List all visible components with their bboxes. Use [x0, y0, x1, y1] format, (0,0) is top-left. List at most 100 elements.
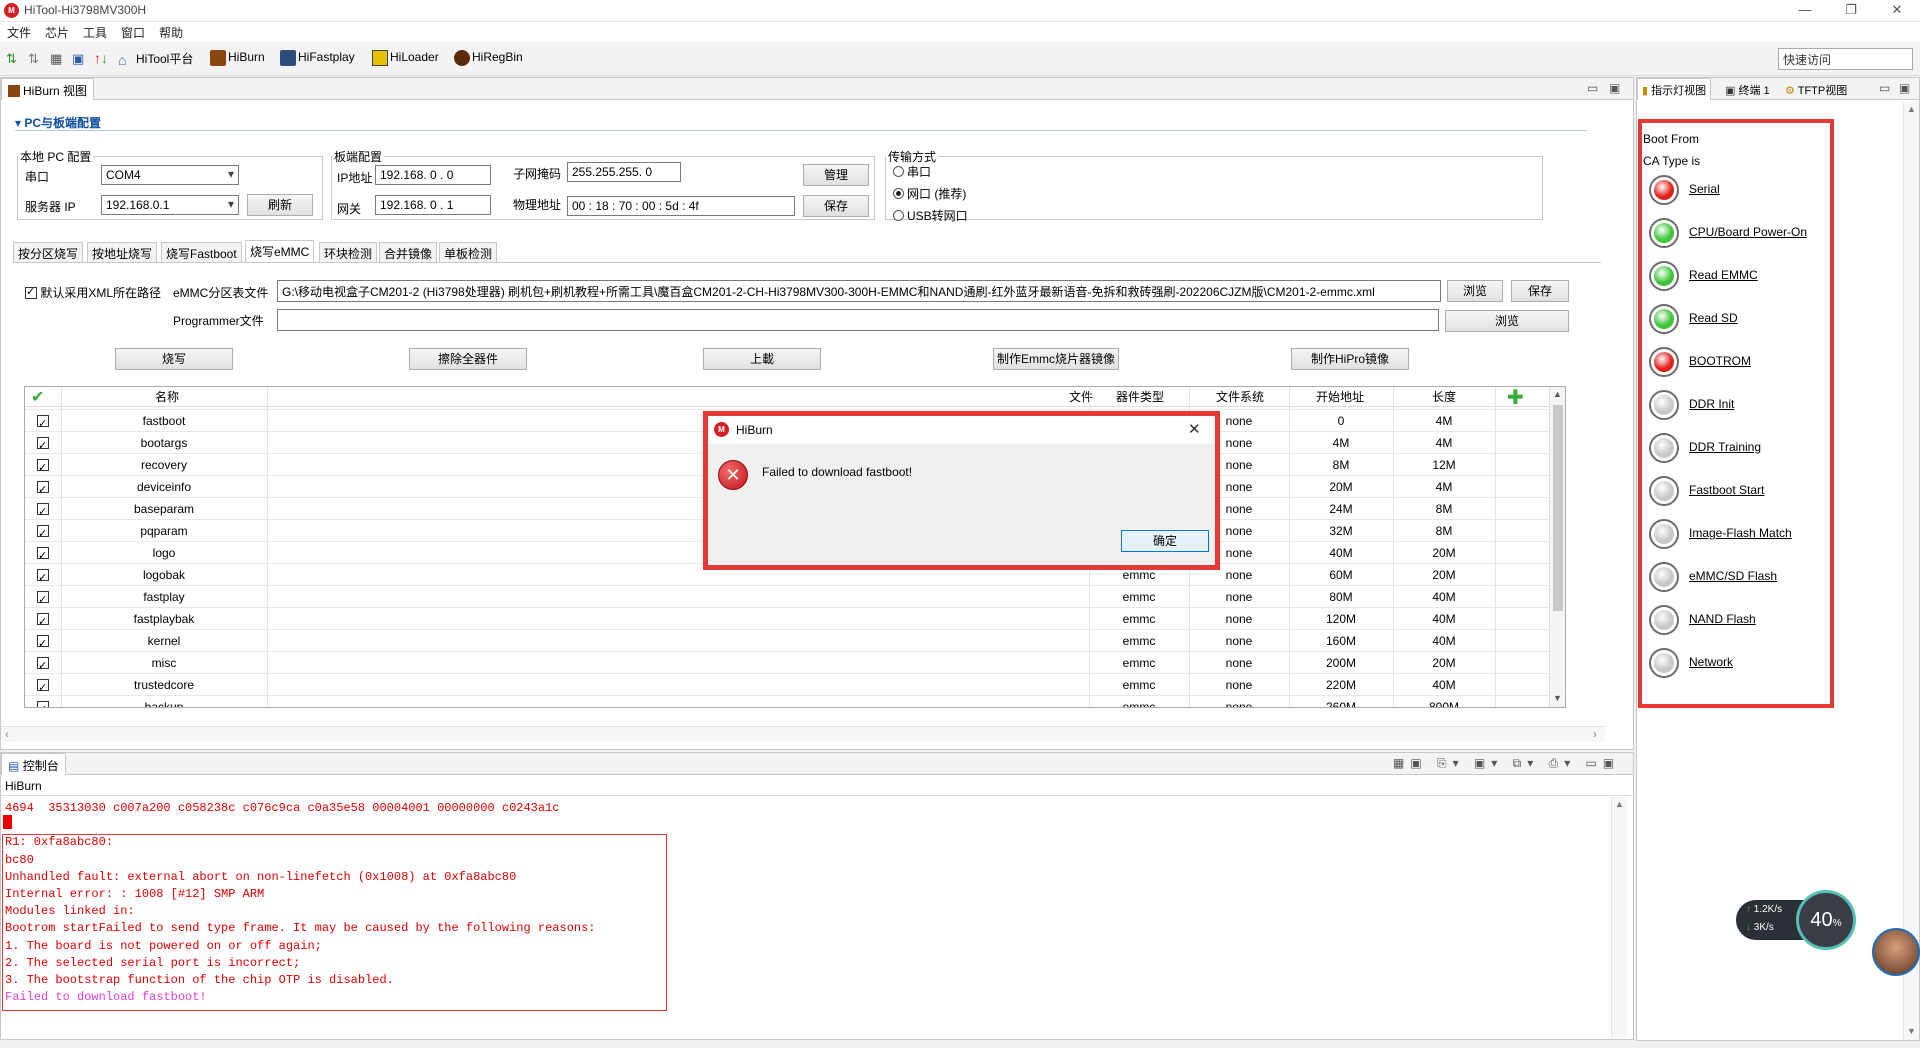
dialog-close-button[interactable]: ✕	[1188, 420, 1201, 438]
right-maximize-button[interactable]: ▣	[1899, 81, 1910, 95]
row-checkbox[interactable]	[33, 542, 53, 567]
row-checkbox[interactable]	[33, 520, 53, 545]
menu-help[interactable]: 帮助	[152, 22, 190, 43]
hifastplay-button[interactable]: HiFastplay	[280, 50, 355, 66]
transfer-icon[interactable]: ↑↓	[94, 50, 108, 66]
row-checkbox[interactable]	[33, 696, 53, 707]
manage-button[interactable]: 管理	[803, 164, 869, 186]
table-row[interactable]: trustedcore emmc none 220M 40M	[25, 673, 1549, 699]
menu-chip[interactable]: 芯片	[38, 22, 76, 43]
row-checkbox[interactable]	[33, 476, 53, 501]
row-checkbox[interactable]	[33, 410, 53, 435]
subnet-mask-input[interactable]: 255.255.255. 0	[567, 162, 681, 182]
make-emmc-image-button[interactable]: 制作Emmc烧片器镜像	[993, 348, 1119, 370]
avatar[interactable]	[1872, 928, 1920, 976]
section-header[interactable]: ▾ PC与板端配置	[15, 114, 101, 131]
hiregbin-button[interactable]: HiRegBin	[454, 50, 523, 66]
tab-terminal[interactable]: ▣ 终端 1	[1725, 82, 1770, 98]
hiloader-button[interactable]: HiLoader	[372, 50, 439, 66]
start-address: 0	[1337, 414, 1345, 428]
scroll-up-icon[interactable]: ▲	[1907, 104, 1916, 114]
tab-burn-fastboot[interactable]: 烧写Fastboot	[161, 242, 242, 262]
programmer-file-input[interactable]	[277, 309, 1439, 331]
transfer-network-radio[interactable]: 网口 (推荐)	[893, 185, 966, 202]
row-checkbox[interactable]	[33, 586, 53, 611]
row-checkbox[interactable]	[33, 608, 53, 633]
row-checkbox[interactable]	[33, 498, 53, 523]
scroll-right-icon[interactable]: ›	[1593, 727, 1597, 741]
tab-tftp-view[interactable]: ⚙ TFTP视图	[1785, 82, 1847, 98]
ip-address-input[interactable]: 192.168. 0 . 0	[375, 165, 491, 185]
row-checkbox[interactable]	[33, 652, 53, 677]
burn-button[interactable]: 烧写	[115, 348, 233, 370]
refresh-button[interactable]: 刷新	[247, 194, 313, 216]
menu-file[interactable]: 文件	[0, 22, 38, 43]
tab-burn-by-partition[interactable]: 按分区烧写	[13, 242, 84, 262]
serial-port-select[interactable]: COM4	[101, 165, 239, 185]
tab-console[interactable]: ▤ 控制台	[1, 753, 66, 775]
memory-usage-ring[interactable]: 40%	[1796, 890, 1856, 950]
table-vertical-scrollbar[interactable]: ▲ ▼	[1549, 387, 1565, 707]
menu-window[interactable]: 窗口	[114, 22, 152, 43]
device-icon[interactable]: ▦	[50, 51, 62, 67]
scroll-left-icon[interactable]: ‹	[5, 727, 9, 741]
server-ip-select[interactable]: 192.168.0.1	[101, 195, 239, 215]
gateway-input[interactable]: 192.168. 0 . 1	[375, 195, 491, 215]
row-checkbox[interactable]	[33, 674, 53, 699]
menu-tools[interactable]: 工具	[76, 22, 114, 43]
scroll-down-icon[interactable]: ▼	[1553, 693, 1562, 703]
default-xml-path-checkbox[interactable]: 默认采用XML所在路径	[25, 284, 161, 301]
scroll-up-icon[interactable]: ▲	[1553, 389, 1562, 399]
add-partition-icon[interactable]: ✚	[1507, 387, 1524, 410]
row-checkbox[interactable]	[33, 630, 53, 655]
make-hipro-image-button[interactable]: 制作HiPro镜像	[1291, 348, 1409, 370]
row-checkbox[interactable]	[33, 564, 53, 589]
table-row[interactable]: fastplaybak emmc none 120M 40M	[25, 607, 1549, 633]
transfer-usb-radio[interactable]: USB转网口	[893, 207, 968, 224]
table-row[interactable]: kernel emmc none 160M 40M	[25, 629, 1549, 655]
table-row[interactable]: fastplay emmc none 80M 40M	[25, 585, 1549, 611]
scroll-thumb[interactable]	[1553, 405, 1563, 611]
row-checkbox[interactable]	[33, 454, 53, 479]
tab-burn-by-address[interactable]: 按地址烧写	[87, 242, 158, 262]
scroll-down-icon[interactable]: ▼	[1907, 1026, 1916, 1036]
select-all-check-icon[interactable]: ✔	[31, 387, 44, 407]
upload-button[interactable]: 上載	[703, 348, 821, 370]
emmc-browse-button[interactable]: 浏览	[1447, 280, 1503, 302]
scroll-up-icon[interactable]: ▲	[1615, 799, 1624, 809]
view-horizontal-scrollbar[interactable]: ‹ ›	[1, 726, 1605, 742]
tab-merge-image[interactable]: 合并镜像	[379, 242, 438, 262]
quick-access-input[interactable]	[1778, 48, 1913, 70]
tab-board-check[interactable]: 单板检测	[439, 242, 498, 262]
emmc-xml-path-input[interactable]: G:\移动电视盒子CM201-2 (Hi3798处理器) 刷机包+刷机教程+所需…	[277, 280, 1441, 302]
emmc-save-button[interactable]: 保存	[1511, 280, 1569, 302]
board-save-button[interactable]: 保存	[803, 195, 869, 217]
minimize-button[interactable]: —	[1782, 0, 1828, 22]
connect-icon[interactable]: ⇅	[6, 51, 17, 67]
tab-hiburn-view[interactable]: HiBurn 视图	[1, 78, 95, 100]
tab-bad-block-check[interactable]: 环块检测	[319, 242, 378, 262]
monitor-icon[interactable]: ▣	[72, 51, 84, 67]
disconnect-icon[interactable]: ⇅	[28, 51, 39, 67]
close-window-button[interactable]: ✕	[1874, 0, 1920, 22]
view-minimize-button[interactable]: ▭	[1587, 81, 1598, 95]
table-row[interactable]: misc emmc none 200M 20M	[25, 651, 1549, 677]
tab-indicator-view[interactable]: ▮ 指示灯视图	[1637, 78, 1712, 100]
dialog-ok-button[interactable]: 确定	[1121, 530, 1209, 552]
row-checkbox[interactable]	[33, 432, 53, 457]
hitool-platform-button[interactable]: ⌂ HiTool平台	[118, 50, 193, 68]
right-minimize-button[interactable]: ▭	[1879, 81, 1890, 95]
programmer-browse-button[interactable]: 浏览	[1445, 310, 1569, 332]
hiburn-button[interactable]: HiBurn	[210, 50, 265, 66]
console-source: HiBurn	[5, 779, 42, 793]
console-toolbar-icons[interactable]: ▦▣ ⎘▾ ▣▾ ⧉▾ ⎙▾ ▭▣	[1393, 756, 1620, 771]
view-maximize-button[interactable]: ▣	[1609, 81, 1620, 95]
console-vertical-scrollbar[interactable]: ▲	[1611, 797, 1627, 1037]
table-row[interactable]: backup emmc none 260M 800M	[25, 695, 1549, 707]
transfer-serial-radio[interactable]: 串口	[893, 163, 931, 180]
maximize-button[interactable]: ❐	[1828, 0, 1874, 22]
mac-address-input[interactable]: 00 : 18 : 70 : 00 : 5d : 4f	[567, 196, 795, 216]
erase-all-button[interactable]: 擦除全器件	[409, 348, 527, 370]
right-vertical-scrollbar[interactable]: ▲ ▼	[1903, 102, 1919, 1040]
tab-burn-emmc[interactable]: 烧写eMMC	[245, 240, 315, 262]
